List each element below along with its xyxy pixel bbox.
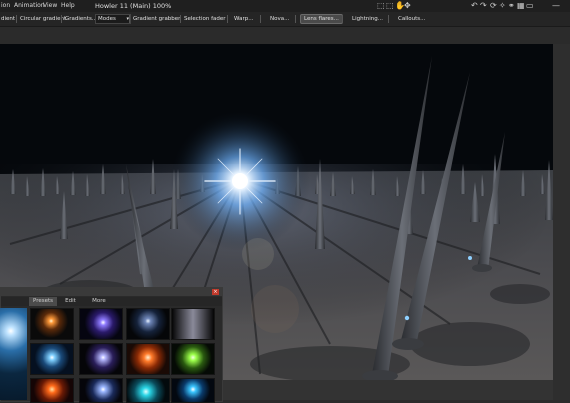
toolbar-separator bbox=[342, 15, 343, 23]
tab-edit[interactable]: Edit bbox=[57, 297, 84, 306]
flare-preview bbox=[0, 308, 27, 400]
minimize-icon[interactable]: — bbox=[552, 0, 560, 12]
tab-more[interactable]: More bbox=[84, 297, 114, 306]
modes-dropdown-label: Modes bbox=[98, 16, 116, 22]
menu-item-selection[interactable]: ion bbox=[1, 0, 10, 12]
toolbar-gradient-grabber[interactable]: Gradient grabber bbox=[133, 12, 180, 26]
workspace-background bbox=[0, 27, 570, 44]
menu-bar: ion Animation View Help Howler 11 (Main)… bbox=[0, 0, 570, 12]
preset-thumbnail[interactable] bbox=[30, 378, 74, 403]
tab-presets[interactable]: Presets bbox=[29, 297, 57, 306]
modes-dropdown[interactable]: Modes ▾ bbox=[95, 14, 131, 24]
select-alt-icon[interactable]: ⬚ bbox=[386, 1, 394, 11]
menu-item-animation[interactable]: Animation bbox=[14, 0, 45, 12]
toolbar-separator bbox=[129, 15, 130, 23]
select-icon[interactable]: ⬚ bbox=[377, 1, 385, 11]
toolbar-nova[interactable]: Nova... bbox=[270, 12, 289, 26]
toolbar-gradient[interactable]: dient bbox=[1, 12, 15, 26]
dialog-tabs: Presets Edit More bbox=[1, 297, 222, 306]
preset-thumbnail[interactable] bbox=[126, 308, 170, 340]
preset-thumbnail[interactable] bbox=[79, 343, 123, 375]
preset-thumbnail[interactable] bbox=[171, 378, 215, 403]
preset-thumbnail[interactable] bbox=[79, 378, 123, 403]
star-icon[interactable]: ✧ bbox=[499, 1, 506, 11]
toolbar-selection-fader[interactable]: Selection fader bbox=[184, 12, 226, 26]
window-title: Howler 11 (Main) 100% bbox=[95, 2, 172, 10]
menu-item-help[interactable]: Help bbox=[61, 0, 75, 12]
toolbar-separator bbox=[227, 15, 228, 23]
toolbar-separator bbox=[180, 15, 181, 23]
toolbar-circular-gradient[interactable]: Circular gradient bbox=[20, 12, 66, 26]
redo-icon[interactable]: ↷ bbox=[480, 1, 487, 11]
toolbar-gradients[interactable]: Gradients... bbox=[65, 12, 97, 26]
preset-thumbnail[interactable] bbox=[171, 343, 215, 375]
toolbar-separator bbox=[295, 15, 296, 23]
menu-item-view[interactable]: View bbox=[43, 0, 57, 12]
preset-thumbnail[interactable] bbox=[171, 308, 215, 340]
move-icon[interactable]: ✥ bbox=[404, 1, 411, 11]
toolbar-separator bbox=[61, 15, 62, 23]
toolbar-warp[interactable]: Warp... bbox=[234, 12, 253, 26]
toolbar-lightning[interactable]: Lightning... bbox=[352, 12, 383, 26]
toolbar-separator bbox=[16, 15, 17, 23]
toolbar-lens-flares[interactable]: Lens flares... bbox=[300, 14, 343, 24]
preset-thumbnail[interactable] bbox=[30, 343, 74, 375]
undo-icon[interactable]: ↶ bbox=[471, 1, 478, 11]
toolbar-callouts[interactable]: Callouts... bbox=[398, 12, 425, 26]
preset-thumbnail[interactable] bbox=[79, 308, 123, 340]
window-icon[interactable]: ▭ bbox=[526, 1, 534, 11]
tool-bar: dient Circular gradient Gradients... Mod… bbox=[0, 12, 570, 27]
toolbar-separator bbox=[260, 15, 261, 23]
preset-thumbnail[interactable] bbox=[126, 378, 170, 403]
grid-icon[interactable]: ▦ bbox=[517, 1, 525, 11]
dialog-title-bar[interactable] bbox=[1, 288, 222, 296]
preset-thumbnail[interactable] bbox=[30, 308, 74, 340]
toolbar-separator bbox=[388, 15, 389, 23]
right-panel-edge bbox=[553, 44, 570, 400]
transform-icon[interactable]: ⟳ bbox=[490, 1, 497, 11]
lens-flare-dialog: × Presets Edit More bbox=[0, 287, 223, 403]
link-icon[interactable]: ⚭ bbox=[508, 1, 515, 11]
close-icon[interactable]: × bbox=[212, 289, 219, 295]
preset-thumbnail[interactable] bbox=[126, 343, 170, 375]
